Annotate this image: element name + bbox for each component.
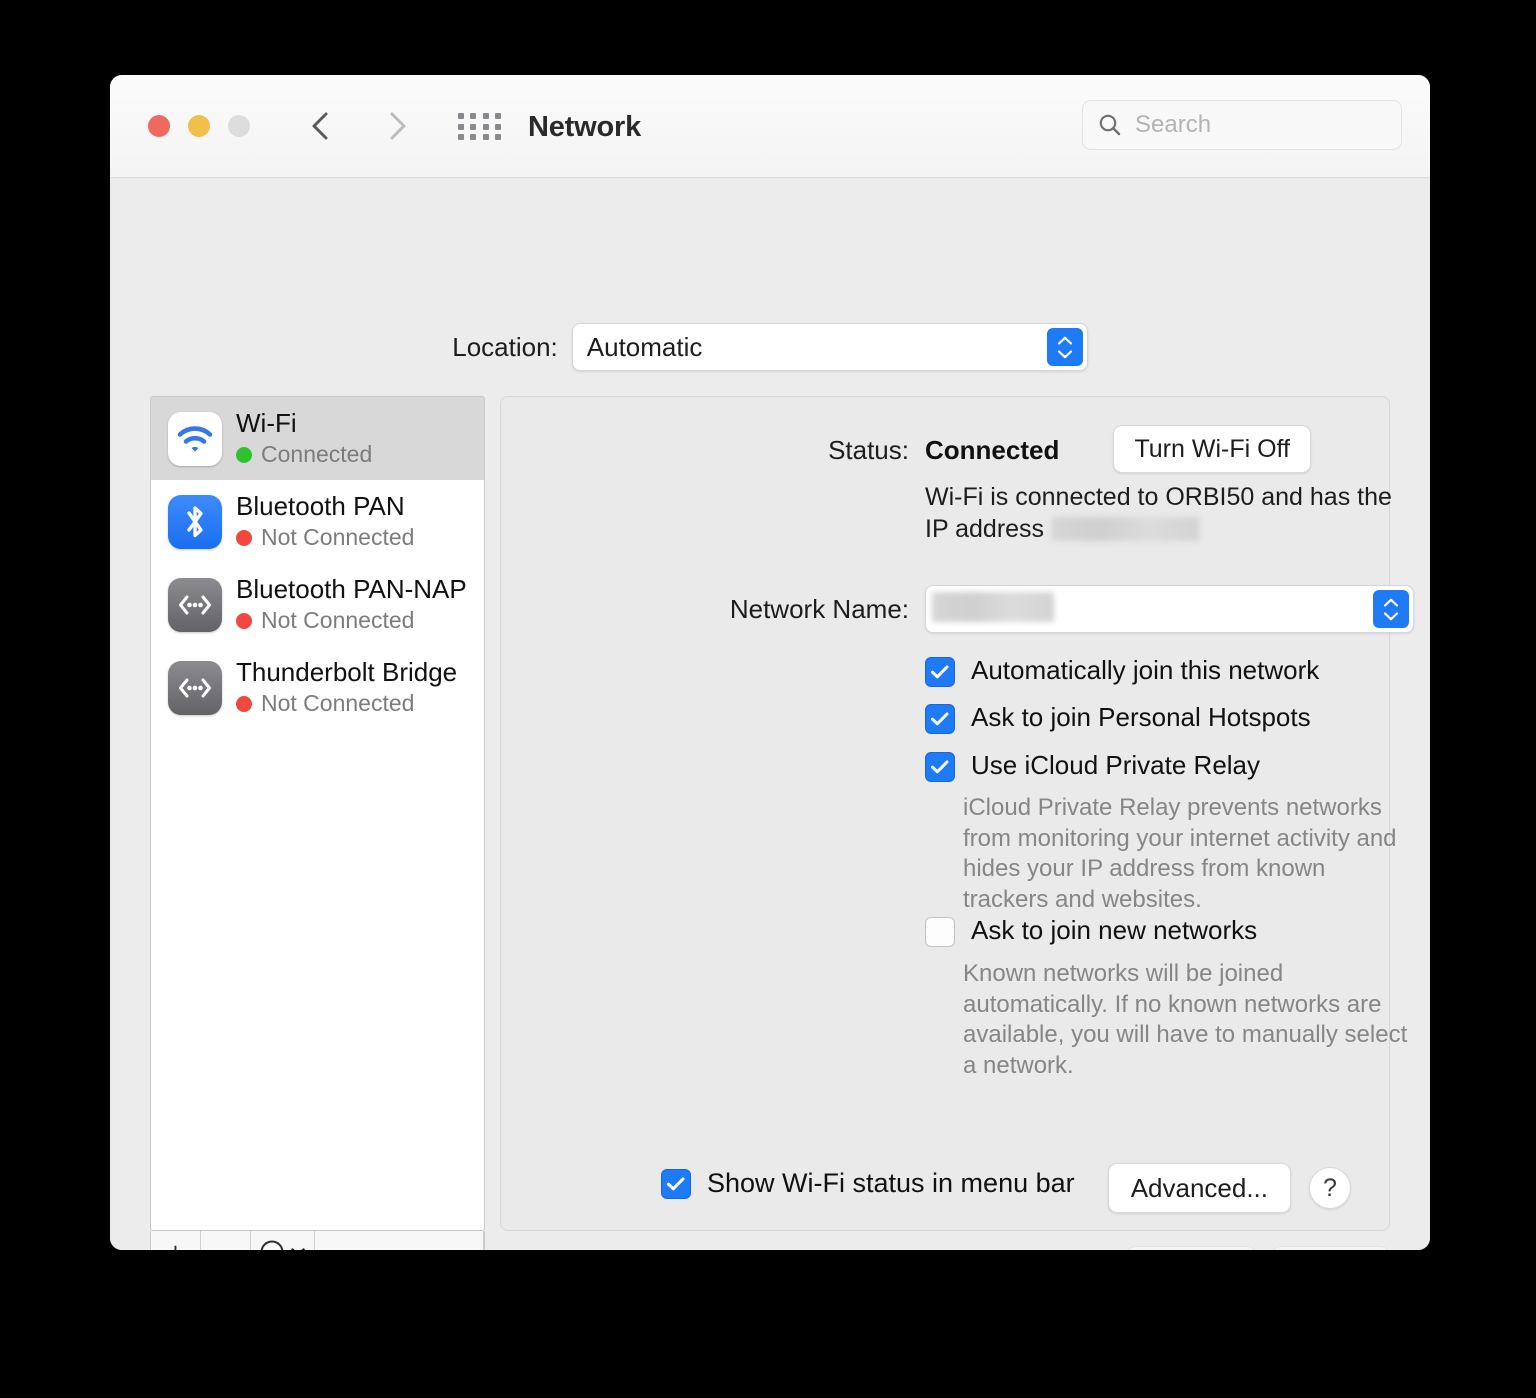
service-name: Wi-Fi xyxy=(236,409,372,438)
new-networks-help-text: Known networks will be joined automatica… xyxy=(963,959,1415,1082)
service-name: Thunderbolt Bridge xyxy=(236,658,457,687)
status-label: Status: xyxy=(719,435,909,466)
chevron-left-icon xyxy=(300,105,342,147)
sidebar-toolbar: + − xyxy=(150,1231,485,1250)
chevron-right-icon xyxy=(376,105,418,147)
icloud-private-relay-checkbox-row[interactable]: Use iCloud Private Relay xyxy=(925,750,1260,782)
status-dot-icon xyxy=(236,613,252,629)
checkbox-label: Use iCloud Private Relay xyxy=(971,750,1260,781)
ellipsis-circle-icon xyxy=(259,1239,285,1250)
window-titlebar: Network Search xyxy=(110,75,1430,178)
service-status-label: Not Connected xyxy=(261,524,414,551)
help-button[interactable]: ? xyxy=(1309,1167,1351,1209)
status-dot-icon xyxy=(236,447,252,463)
search-field[interactable]: Search xyxy=(1082,100,1402,150)
wifi-icon xyxy=(168,412,222,466)
checkbox[interactable] xyxy=(925,752,955,782)
checkbox-label: Automatically join this network xyxy=(971,655,1319,686)
remove-service-button[interactable]: − xyxy=(201,1231,251,1250)
wifi-detail-panel: Status: Connected Turn Wi-Fi Off Wi-Fi i… xyxy=(500,396,1390,1231)
zoom-window-button[interactable] xyxy=(228,115,250,137)
private-relay-help-text: iCloud Private Relay prevents networks f… xyxy=(963,793,1415,916)
apply-button[interactable]: Apply xyxy=(1271,1246,1390,1250)
checkbox[interactable] xyxy=(661,1169,691,1199)
location-dropdown[interactable]: Automatic xyxy=(572,323,1088,371)
redacted-network-name xyxy=(932,592,1054,622)
search-icon xyxy=(1097,112,1123,138)
minimize-window-button[interactable] xyxy=(188,115,210,137)
checkbox-label: Ask to join new networks xyxy=(971,915,1257,946)
search-placeholder: Search xyxy=(1135,111,1211,139)
list-item[interactable]: Bluetooth PAN-NAP Not Connected xyxy=(151,563,484,646)
show-wifi-status-menubar-checkbox-row[interactable]: Show Wi-Fi status in menu bar xyxy=(661,1167,1075,1199)
service-status: Not Connected xyxy=(236,524,414,551)
footer-buttons: Revert Apply xyxy=(1126,1246,1390,1250)
service-name: Bluetooth PAN xyxy=(236,492,414,521)
network-name-stepper-icon[interactable] xyxy=(1373,590,1409,628)
service-status-label: Not Connected xyxy=(261,690,414,717)
network-preferences-window: Network Search Location: Automatic xyxy=(110,75,1430,1250)
service-status: Not Connected xyxy=(236,607,467,634)
toolbar-filler xyxy=(315,1231,484,1250)
advanced-button[interactable]: Advanced... xyxy=(1108,1163,1291,1213)
chevron-down-icon xyxy=(290,1246,306,1250)
status-dot-icon xyxy=(236,696,252,712)
ask-join-new-networks-checkbox-row[interactable]: Ask to join new networks xyxy=(925,915,1257,947)
list-item[interactable]: Bluetooth PAN Not Connected xyxy=(151,480,484,563)
network-services-sidebar[interactable]: Wi-Fi Connected Bluetooth PAN xyxy=(150,396,485,1231)
service-text: Bluetooth PAN-NAP Not Connected xyxy=(236,575,467,634)
checkbox-label: Show Wi-Fi status in menu bar xyxy=(707,1168,1075,1199)
list-item[interactable]: Thunderbolt Bridge Not Connected xyxy=(151,646,484,729)
location-label: Location: xyxy=(452,332,558,363)
location-stepper-icon[interactable] xyxy=(1047,328,1083,366)
network-name-dropdown[interactable] xyxy=(925,585,1414,633)
status-badge: Connected xyxy=(925,435,1059,466)
status-dot-icon xyxy=(236,530,252,546)
checkbox-label: Ask to join Personal Hotspots xyxy=(971,702,1311,733)
network-name-label: Network Name: xyxy=(619,594,909,625)
add-service-button[interactable]: + xyxy=(151,1231,201,1250)
forward-button[interactable] xyxy=(376,105,418,147)
service-status-label: Not Connected xyxy=(261,607,414,634)
service-actions-menu-button[interactable] xyxy=(251,1231,315,1250)
service-text: Wi-Fi Connected xyxy=(236,409,372,468)
service-text: Bluetooth PAN Not Connected xyxy=(236,492,414,551)
checkbox[interactable] xyxy=(925,657,955,687)
service-name: Bluetooth PAN-NAP xyxy=(236,575,467,604)
service-status-label: Connected xyxy=(261,441,372,468)
revert-button[interactable]: Revert xyxy=(1126,1246,1257,1250)
turn-wifi-off-button[interactable]: Turn Wi-Fi Off xyxy=(1113,425,1311,473)
redacted-ip-address xyxy=(1051,517,1199,541)
back-button[interactable] xyxy=(300,105,342,147)
service-text: Thunderbolt Bridge Not Connected xyxy=(236,658,457,717)
network-services-list: Wi-Fi Connected Bluetooth PAN xyxy=(151,397,484,729)
service-status: Connected xyxy=(236,441,372,468)
close-window-button[interactable] xyxy=(148,115,170,137)
page-title: Network xyxy=(528,111,641,144)
ask-join-hotspots-checkbox-row[interactable]: Ask to join Personal Hotspots xyxy=(925,702,1311,734)
checkbox[interactable] xyxy=(925,704,955,734)
bluetooth-icon xyxy=(168,495,222,549)
location-value: Automatic xyxy=(587,332,703,363)
checkbox[interactable] xyxy=(925,917,955,947)
location-row: Location: Automatic xyxy=(110,323,1430,371)
auto-join-network-checkbox-row[interactable]: Automatically join this network xyxy=(925,655,1319,687)
window-content: Location: Automatic xyxy=(110,178,1430,1250)
status-description: Wi-Fi is connected to ORBI50 and has the… xyxy=(925,481,1395,545)
ethernet-icon xyxy=(168,661,222,715)
show-all-preferences-grid-icon[interactable] xyxy=(458,113,502,141)
ethernet-icon xyxy=(168,578,222,632)
service-status: Not Connected xyxy=(236,690,457,717)
list-item[interactable]: Wi-Fi Connected xyxy=(151,397,484,480)
